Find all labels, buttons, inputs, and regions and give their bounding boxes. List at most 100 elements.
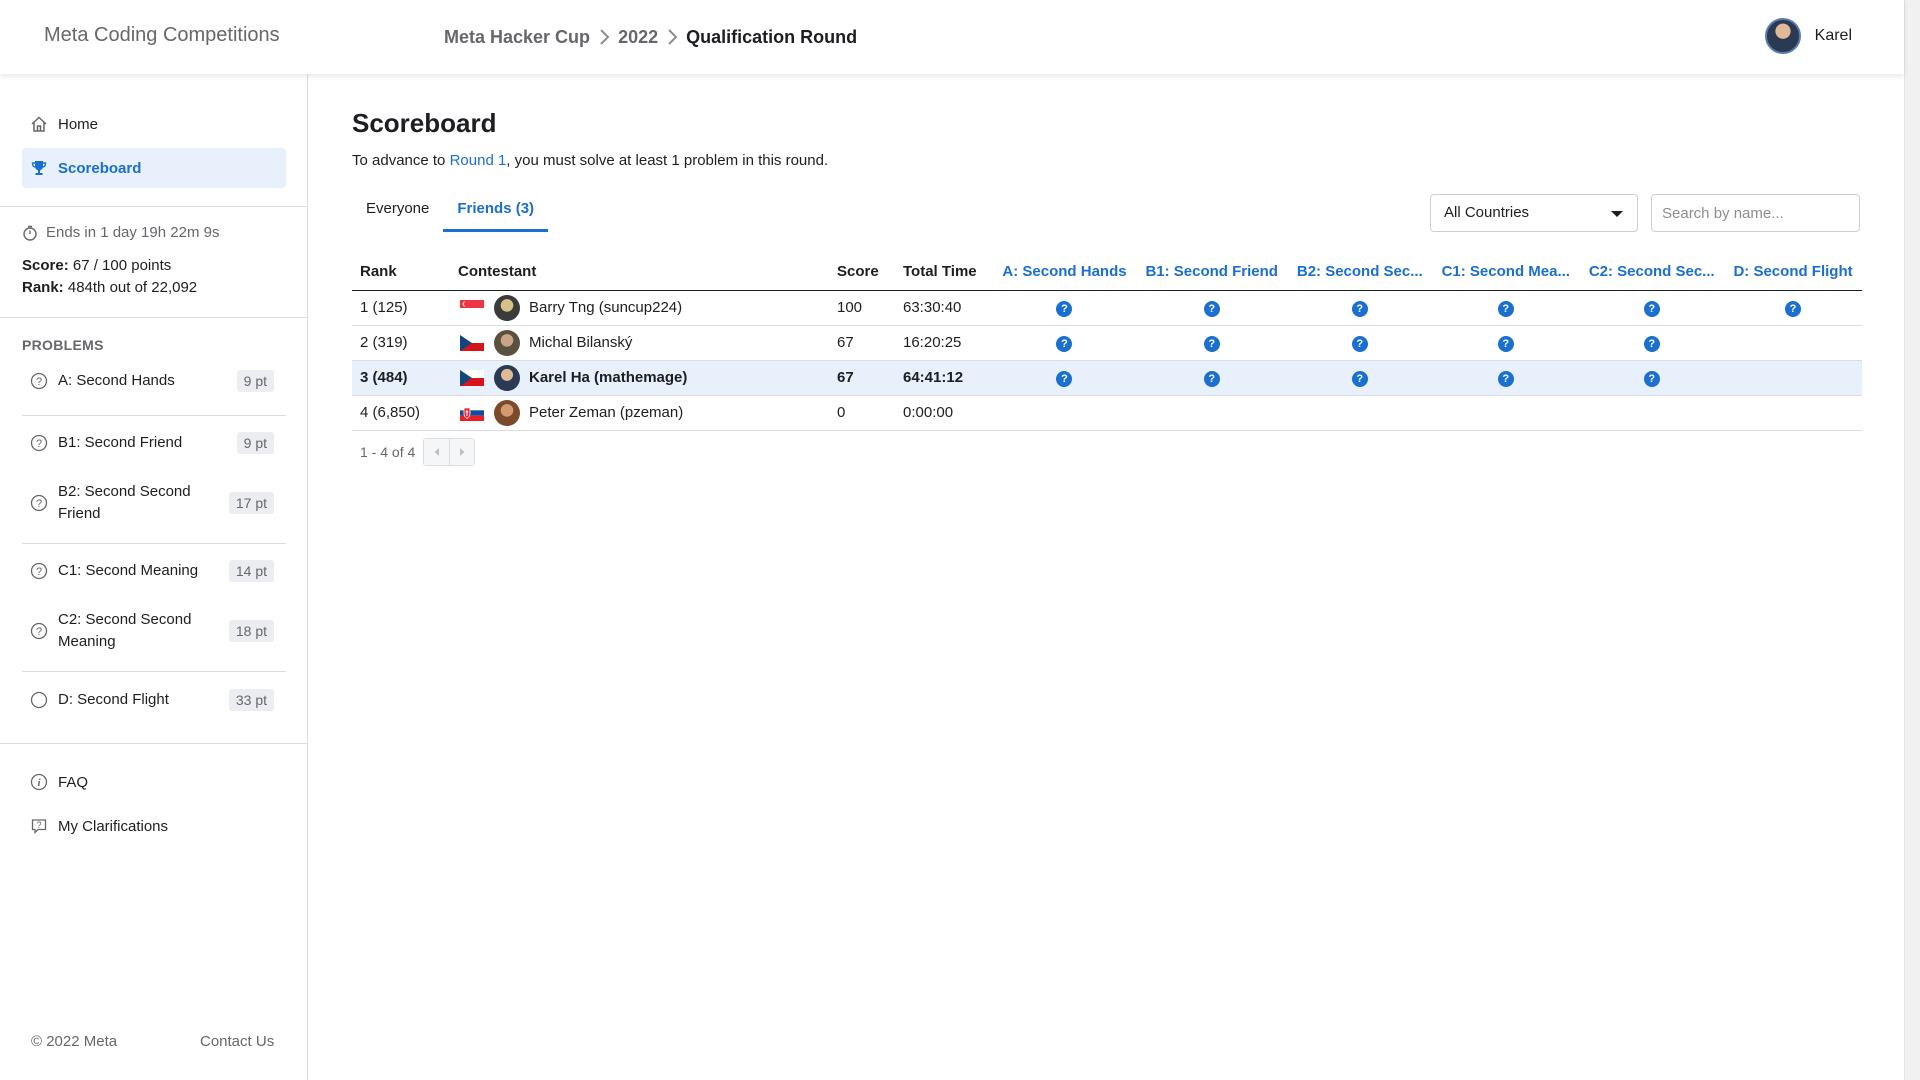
user-menu[interactable]: Karel bbox=[1764, 18, 1852, 54]
question-badge-icon[interactable]: ? bbox=[1497, 370, 1514, 387]
brand-title[interactable]: Meta Coding Competitions bbox=[44, 24, 280, 47]
column-header-problem[interactable]: B2: Second Sec... bbox=[1287, 254, 1433, 291]
problem-status-cell: ? bbox=[1135, 325, 1288, 361]
sidebar-item-clarifications[interactable]: ? My Clarifications bbox=[22, 806, 286, 846]
problem-status-cell: ? bbox=[1432, 325, 1580, 361]
page-title: Scoreboard bbox=[352, 108, 497, 138]
rank-cell: 1 (125) bbox=[352, 290, 450, 326]
problem-points-badge: 14 pt bbox=[228, 560, 274, 582]
problem-status-cell: ? bbox=[1724, 290, 1862, 326]
czech-flag-icon bbox=[460, 369, 484, 386]
question-badge-icon[interactable]: ? bbox=[1643, 370, 1660, 387]
table-row: 2 (319) Michal Bilanský 67 16:20:25 ? ? … bbox=[352, 325, 1862, 361]
column-header-problem[interactable]: B1: Second Friend bbox=[1135, 254, 1288, 291]
column-header-time: Total Time bbox=[895, 254, 993, 291]
problem-points-badge: 17 pt bbox=[228, 492, 274, 514]
problem-item-c2[interactable]: ? C2: Second Second Meaning 18 pt bbox=[22, 609, 280, 653]
question-badge-icon[interactable]: ? bbox=[1351, 300, 1368, 317]
svg-text:?: ? bbox=[36, 626, 42, 638]
tab-friends[interactable]: Friends (3) bbox=[443, 192, 549, 232]
slovakia-flag-icon bbox=[460, 404, 484, 421]
contact-us-link[interactable]: Contact Us bbox=[200, 1033, 274, 1050]
question-badge-icon[interactable]: ? bbox=[1056, 370, 1073, 387]
svg-text:?: ? bbox=[36, 438, 42, 450]
copyright: © 2022 Meta bbox=[31, 1033, 118, 1050]
problem-name: C2: Second Second Meaning bbox=[58, 611, 192, 650]
problem-item-b1[interactable]: ? B1: Second Friend 9 pt bbox=[22, 432, 280, 454]
sidebar-item-faq[interactable]: i FAQ bbox=[22, 762, 286, 802]
home-icon bbox=[31, 116, 47, 132]
problem-name: B1: Second Friend bbox=[58, 434, 183, 451]
contestant-name[interactable]: Karel Ha (mathemage) bbox=[529, 369, 687, 386]
question-badge-icon[interactable]: ? bbox=[1203, 300, 1220, 317]
sidebar-item-home[interactable]: Home bbox=[22, 104, 286, 144]
contestant-cell: Barry Tng (suncup224) bbox=[450, 290, 829, 326]
problem-item-c1[interactable]: ? C1: Second Meaning 14 pt bbox=[22, 560, 280, 582]
caret-right-icon bbox=[460, 448, 465, 456]
problem-status-cell: ? bbox=[1287, 290, 1433, 326]
sidebar-item-scoreboard[interactable]: Scoreboard bbox=[22, 148, 286, 188]
column-header-problem[interactable]: D: Second Flight bbox=[1724, 254, 1862, 291]
prev-page-button[interactable] bbox=[424, 439, 450, 465]
time-cell: 63:30:40 bbox=[895, 290, 993, 326]
problem-status-cell: ? bbox=[993, 290, 1136, 326]
page-scrollbar[interactable] bbox=[1904, 0, 1920, 1080]
sidebar-item-label: My Clarifications bbox=[58, 817, 169, 835]
rank-cell: 2 (319) bbox=[352, 325, 450, 361]
advance-note: To advance to Round 1, you must solve at… bbox=[352, 152, 828, 169]
problem-item-d[interactable]: D: Second Flight 33 pt bbox=[22, 689, 280, 711]
search-input[interactable] bbox=[1651, 194, 1860, 232]
question-badge-icon[interactable]: ? bbox=[1785, 300, 1802, 317]
contestant-name[interactable]: Michal Bilanský bbox=[529, 334, 632, 351]
sidebar-item-label: Scoreboard bbox=[58, 159, 142, 177]
question-badge-icon[interactable]: ? bbox=[1643, 335, 1660, 352]
question-badge-icon[interactable]: ? bbox=[1056, 300, 1073, 317]
next-page-button[interactable] bbox=[449, 439, 475, 465]
question-badge-icon[interactable]: ? bbox=[1203, 335, 1220, 352]
problem-item-b2[interactable]: ? B2: Second Second Friend 17 pt bbox=[22, 481, 280, 525]
question-badge-icon[interactable]: ? bbox=[1497, 335, 1514, 352]
breadcrumb-item-competition[interactable]: Meta Hacker Cup bbox=[444, 27, 590, 48]
column-header-problem[interactable]: C1: Second Mea... bbox=[1432, 254, 1580, 291]
timer-text: Ends in 1 day 19h 22m 9s bbox=[46, 224, 220, 241]
advance-suffix: , you must solve at least 1 problem in t… bbox=[506, 152, 829, 169]
problem-status-cell bbox=[1432, 395, 1580, 431]
problem-name: D: Second Flight bbox=[58, 691, 169, 708]
problem-status-cell bbox=[993, 395, 1136, 431]
question-badge-icon[interactable]: ? bbox=[1351, 370, 1368, 387]
column-header-problem[interactable]: A: Second Hands bbox=[993, 254, 1136, 291]
question-badge-icon[interactable]: ? bbox=[1351, 335, 1368, 352]
round-link[interactable]: Round 1 bbox=[450, 152, 507, 169]
table-header-row: Rank Contestant Score Total Time A: Seco… bbox=[352, 254, 1862, 291]
countdown-timer: Ends in 1 day 19h 22m 9s bbox=[22, 224, 219, 241]
chevron-right-icon bbox=[668, 29, 678, 45]
question-badge-icon[interactable]: ? bbox=[1497, 300, 1514, 317]
problems-heading: PROBLEMS bbox=[22, 337, 104, 353]
problem-item-a[interactable]: ? A: Second Hands 9 pt bbox=[22, 370, 280, 392]
avatar[interactable] bbox=[494, 294, 520, 321]
question-badge-icon[interactable]: ? bbox=[1203, 370, 1220, 387]
problem-points-badge: 33 pt bbox=[228, 689, 274, 711]
question-circle-icon: ? bbox=[30, 434, 48, 452]
contestant-name[interactable]: Barry Tng (suncup224) bbox=[529, 299, 682, 316]
question-circle-icon: ? bbox=[30, 372, 48, 390]
question-circle-icon: ? bbox=[30, 622, 48, 640]
avatar[interactable] bbox=[494, 364, 520, 391]
question-badge-icon[interactable]: ? bbox=[1056, 335, 1073, 352]
avatar[interactable] bbox=[494, 329, 520, 356]
breadcrumb-item-year[interactable]: 2022 bbox=[618, 27, 658, 48]
contestant-name[interactable]: Peter Zeman (pzeman) bbox=[529, 404, 683, 421]
user-name[interactable]: Karel bbox=[1815, 27, 1852, 45]
score-cell: 67 bbox=[829, 360, 895, 396]
country-select[interactable]: All Countries bbox=[1430, 194, 1638, 232]
question-badge-icon[interactable]: ? bbox=[1643, 300, 1660, 317]
avatar[interactable] bbox=[1764, 18, 1801, 54]
divider bbox=[0, 743, 308, 744]
column-header-rank: Rank bbox=[352, 254, 450, 291]
column-header-problem[interactable]: C2: Second Sec... bbox=[1579, 254, 1725, 291]
chevron-right-icon bbox=[600, 29, 610, 45]
problem-name: A: Second Hands bbox=[58, 372, 175, 389]
avatar[interactable] bbox=[494, 399, 520, 426]
pagination: 1 - 4 of 4 bbox=[360, 438, 476, 466]
tab-everyone[interactable]: Everyone bbox=[352, 192, 443, 232]
